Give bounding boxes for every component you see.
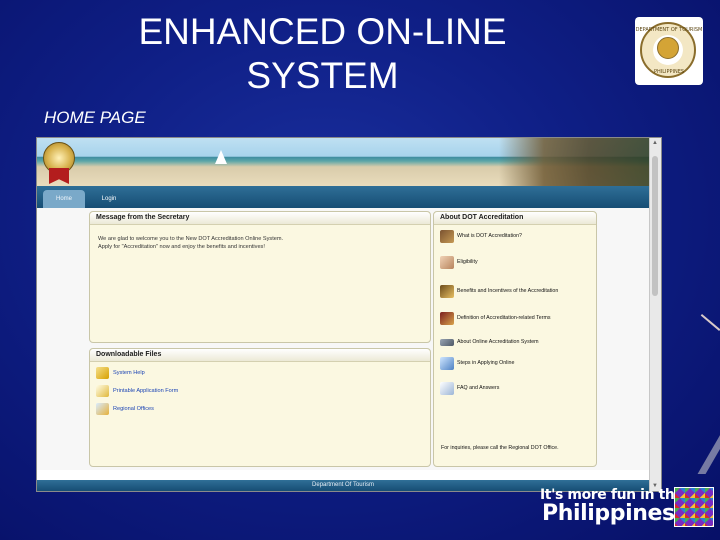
folder-icon (96, 403, 109, 415)
about-definitions-label[interactable]: Definition of Accreditation-related Term… (457, 315, 551, 321)
message-line-2: Apply for "Accreditation" now and enjoy … (98, 244, 265, 250)
download-application-form[interactable]: Printable Application Form (96, 384, 178, 398)
download-application-form-label[interactable]: Printable Application Form (113, 388, 178, 394)
about-inquiries-note: For inquiries, please call the Regional … (441, 445, 559, 451)
scroll-thumb[interactable] (652, 156, 658, 296)
message-panel-title: Message from the Secretary (90, 212, 430, 225)
embedded-website-screenshot: Home Login Message from the Secretary We… (36, 137, 662, 492)
message-line-1: We are glad to welcome you to the New DO… (98, 236, 284, 242)
steps-icon (440, 356, 454, 370)
about-eligibility-label[interactable]: Eligibility (457, 259, 478, 265)
main-content: Message from the Secretary We are glad t… (37, 208, 649, 470)
about-steps[interactable]: Steps in Applying Online (440, 355, 514, 371)
tourism-slogan-logo: It's more fun in the Philippines (540, 487, 714, 530)
about-panel: About DOT Accreditation What is DOT Accr… (433, 211, 597, 467)
nav-tabbar: Home Login (37, 186, 649, 208)
scroll-up-icon[interactable]: ▲ (651, 139, 659, 147)
downloadable-panel: Downloadable Files System Help Printable… (89, 348, 431, 467)
slide-subtitle: HOME PAGE (44, 108, 146, 127)
downloadable-panel-title: Downloadable Files (90, 349, 430, 362)
about-eligibility[interactable]: Eligibility (440, 254, 478, 270)
about-definitions[interactable]: Definition of Accreditation-related Term… (440, 310, 551, 326)
tab-home[interactable]: Home (43, 190, 85, 208)
about-steps-label[interactable]: Steps in Applying Online (457, 360, 514, 366)
person-question-icon (440, 229, 454, 243)
seal-text-bottom: PHILIPPINES (653, 69, 685, 75)
department-seal-icon: DEPARTMENT OF TOURISM PHILIPPINES (635, 17, 703, 85)
about-faq-label[interactable]: FAQ and Answers (457, 385, 499, 391)
download-system-help-label[interactable]: System Help (113, 370, 145, 376)
slide-title: ENHANCED ON-LINE SYSTEM (100, 10, 545, 98)
download-system-help[interactable]: System Help (96, 366, 145, 380)
form-icon (96, 385, 109, 397)
decorative-line (700, 314, 720, 331)
slide-title-line1: ENHANCED ON-LINE (138, 11, 507, 52)
faq-icon (440, 381, 454, 395)
about-benefits-label[interactable]: Benefits and Incentives of the Accredita… (457, 288, 558, 294)
help-book-icon (96, 367, 109, 379)
vertical-scrollbar[interactable]: ▲ ▼ (649, 138, 661, 491)
book-icon (440, 311, 454, 325)
tab-login[interactable]: Login (89, 190, 129, 208)
about-benefits[interactable]: Benefits and Incentives of the Accredita… (440, 283, 558, 299)
seal-sun-icon (657, 37, 679, 59)
mosaic-logo-icon (674, 487, 714, 527)
slide-title-line2: SYSTEM (246, 55, 399, 96)
about-online-system[interactable]: About Online Accreditation System (440, 334, 539, 350)
about-online-system-label[interactable]: About Online Accreditation System (457, 339, 539, 345)
decorative-stripe (697, 424, 720, 474)
treasure-icon (440, 284, 454, 298)
download-regional-offices-label[interactable]: Regional Offices (113, 406, 154, 412)
handshake-icon (440, 255, 454, 269)
slogan-line2: Philippines (542, 501, 675, 526)
palm-huts-image (499, 138, 649, 186)
keyboard-icon (440, 338, 454, 346)
beach-banner (37, 138, 649, 186)
about-what-is[interactable]: What is DOT Accreditation? (440, 228, 522, 244)
about-what-is-label[interactable]: What is DOT Accreditation? (457, 233, 522, 239)
ribbon-icon (49, 168, 69, 184)
download-regional-offices[interactable]: Regional Offices (96, 402, 154, 416)
message-panel: Message from the Secretary We are glad t… (89, 211, 431, 343)
message-text: We are glad to welcome you to the New DO… (90, 225, 430, 261)
sailboat-icon (215, 150, 227, 164)
seal-text-top: DEPARTMENT OF TOURISM (635, 27, 703, 33)
about-panel-title: About DOT Accreditation (434, 212, 596, 225)
about-faq[interactable]: FAQ and Answers (440, 380, 499, 396)
